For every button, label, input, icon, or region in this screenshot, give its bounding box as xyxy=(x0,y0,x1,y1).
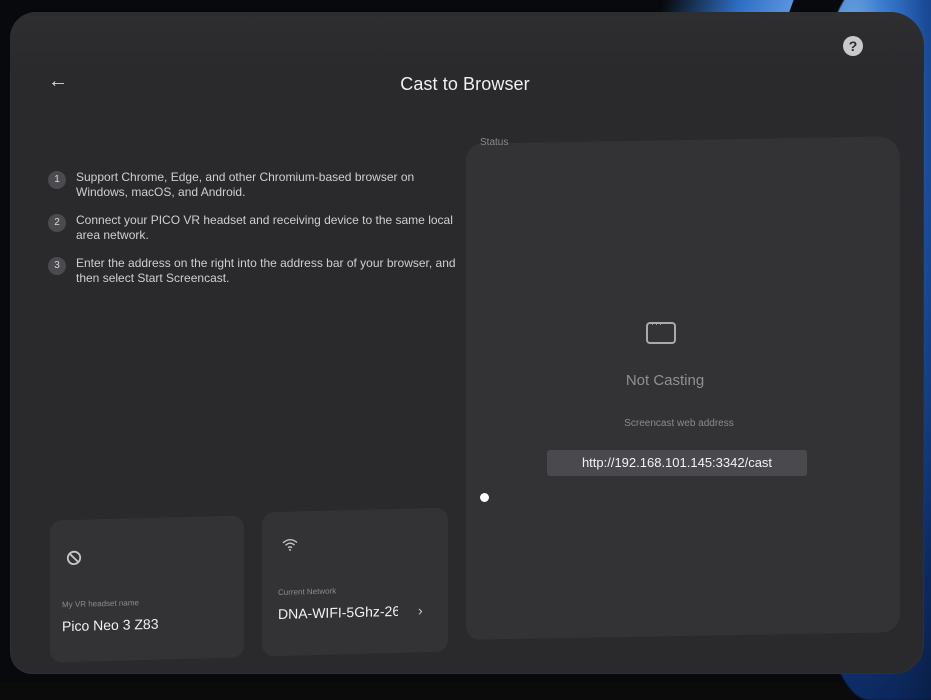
panel-header-area xyxy=(10,12,924,72)
help-icon: ? xyxy=(848,38,858,54)
headset-name-value: Pico Neo 3 Z83 xyxy=(62,615,159,635)
pointer-cursor xyxy=(480,493,489,502)
no-sign-icon xyxy=(66,550,82,571)
step-number: 1 xyxy=(48,171,66,189)
step-number: 2 xyxy=(48,214,66,232)
help-button[interactable]: ? xyxy=(843,36,863,56)
status-label: Status xyxy=(480,137,509,148)
screen-icon xyxy=(646,319,676,344)
address-label: Screencast web address xyxy=(624,418,734,429)
page-title: Cast to Browser xyxy=(400,74,530,94)
network-label: Current Network xyxy=(278,586,337,598)
screencast-address[interactable]: http://192.168.101.145:3342/cast xyxy=(547,450,807,476)
step-text: Connect your PICO VR headset and receivi… xyxy=(76,213,453,242)
step-item: 3 Enter the address on the right into th… xyxy=(48,256,468,286)
instruction-steps: 1 Support Chrome, Edge, and other Chromi… xyxy=(48,170,468,299)
chevron-right-icon: › xyxy=(418,602,423,619)
casting-state: Not Casting xyxy=(625,372,705,389)
wifi-icon xyxy=(282,537,298,556)
back-button[interactable]: ← xyxy=(48,70,70,92)
network-value: DNA-WIFI-5Ghz-26 xyxy=(278,602,398,623)
headset-name-label: My VR headset name xyxy=(62,598,139,610)
network-card[interactable]: Current Network DNA-WIFI-5Ghz-26 › xyxy=(262,507,448,657)
step-text: Enter the address on the right into the … xyxy=(76,256,456,285)
step-number: 3 xyxy=(48,257,66,275)
arrow-left-icon: ← xyxy=(48,70,68,92)
step-item: 1 Support Chrome, Edge, and other Chromi… xyxy=(48,170,468,200)
step-text: Support Chrome, Edge, and other Chromium… xyxy=(76,170,415,199)
step-item: 2 Connect your PICO VR headset and recei… xyxy=(48,213,468,243)
headset-name-card[interactable]: My VR headset name Pico Neo 3 Z83 xyxy=(50,515,244,663)
